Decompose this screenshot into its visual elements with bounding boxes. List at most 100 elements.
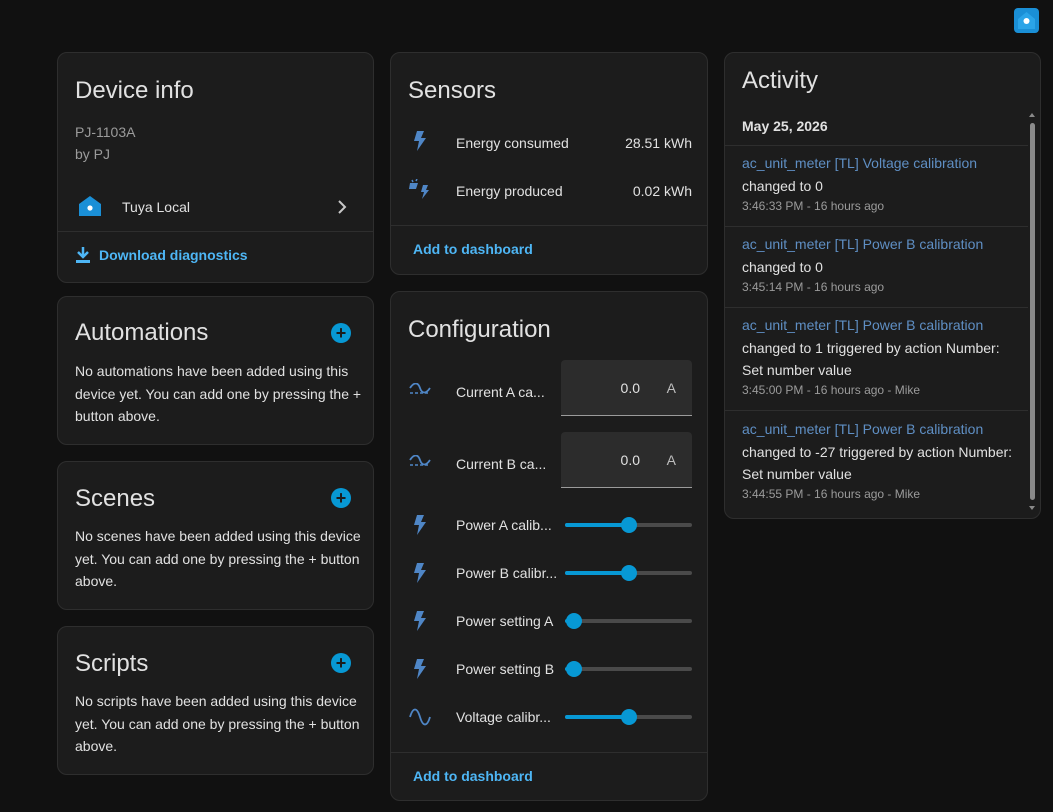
activity-message: changed to -27 triggered by action Numbe… bbox=[742, 444, 1013, 482]
power-a-calibration-slider[interactable] bbox=[565, 517, 692, 533]
scenes-card: Scenes + No scenes have been added using… bbox=[57, 461, 374, 610]
activity-card: Activity May 25, 2026 ac_unit_meter [TL]… bbox=[724, 52, 1041, 519]
power-setting-a-slider[interactable] bbox=[565, 613, 692, 629]
current-ac-icon bbox=[409, 382, 431, 400]
activity-scrollbar[interactable] bbox=[1028, 113, 1036, 510]
card-title: Device info bbox=[75, 77, 194, 104]
add-to-dashboard-button[interactable]: Add to dashboard bbox=[413, 241, 533, 257]
divider bbox=[725, 226, 1028, 227]
device-model: PJ-1103A bbox=[75, 124, 136, 140]
field-unit: A bbox=[666, 452, 676, 468]
power-setting-b-slider[interactable] bbox=[565, 661, 692, 677]
card-title: Scripts bbox=[75, 650, 149, 677]
divider bbox=[58, 231, 373, 232]
card-title: Automations bbox=[75, 319, 209, 346]
config-slider-row: Power B calibr... bbox=[391, 560, 707, 588]
automations-description: No automations have been added using thi… bbox=[75, 363, 362, 424]
sensor-label: Energy produced bbox=[456, 183, 563, 199]
add-script-button[interactable]: + bbox=[331, 653, 351, 673]
card-title: Scenes bbox=[75, 485, 156, 512]
current-b-calibration-input[interactable]: 0.0 A bbox=[561, 432, 692, 488]
activity-time: 3:45:14 PM - 16 hours ago bbox=[742, 280, 885, 294]
device-manufacturer: by PJ bbox=[75, 146, 111, 162]
activity-entry: ac_unit_meter [TL] Power B calibration c… bbox=[725, 236, 1028, 294]
config-label: Voltage calibr... bbox=[456, 709, 551, 725]
integration-name: Tuya Local bbox=[122, 199, 190, 215]
config-label: Power A calib... bbox=[456, 517, 552, 533]
add-automation-button[interactable]: + bbox=[331, 323, 351, 343]
scenes-description: No scenes have been added using this dev… bbox=[75, 528, 361, 589]
chevron-right-icon bbox=[336, 199, 348, 220]
sensor-row[interactable]: Energy produced 0.02 kWh bbox=[391, 175, 707, 205]
activity-entity-link[interactable]: ac_unit_meter [TL] Power B calibration bbox=[742, 421, 1028, 437]
divider bbox=[391, 752, 707, 753]
voltage-calibration-slider[interactable] bbox=[565, 709, 692, 725]
divider bbox=[391, 225, 707, 226]
activity-time: 3:44:55 PM - 16 hours ago - Mike bbox=[742, 487, 921, 501]
sensor-value: 0.02 kWh bbox=[632, 183, 692, 199]
slider-handle[interactable] bbox=[620, 709, 637, 725]
activity-entity-link[interactable]: ac_unit_meter [TL] Power B calibration bbox=[742, 236, 1028, 252]
download-diagnostics-label: Download diagnostics bbox=[99, 247, 248, 263]
activity-time: 3:46:33 PM - 16 hours ago bbox=[742, 199, 885, 213]
config-slider-row: Power setting A bbox=[391, 608, 707, 636]
card-title: Configuration bbox=[408, 316, 551, 343]
config-label: Power B calibr... bbox=[456, 565, 558, 581]
divider bbox=[725, 145, 1028, 146]
config-label: Current A ca... bbox=[456, 384, 545, 400]
slider-handle[interactable] bbox=[620, 517, 637, 533]
lightning-icon bbox=[413, 659, 427, 684]
sine-wave-icon bbox=[409, 707, 431, 732]
slider-fill bbox=[565, 523, 629, 527]
scripts-card: Scripts + No scripts have been added usi… bbox=[57, 626, 374, 775]
lightning-icon bbox=[413, 563, 427, 588]
scroll-up-arrow-icon[interactable] bbox=[1029, 113, 1035, 117]
activity-entry: ac_unit_meter [TL] Power B calibration c… bbox=[725, 421, 1028, 501]
slider-handle[interactable] bbox=[565, 613, 582, 629]
sensors-card: Sensors Energy consumed 28.51 kWh Energy… bbox=[390, 52, 708, 275]
add-to-dashboard-button[interactable]: Add to dashboard bbox=[413, 768, 533, 784]
sensor-value: 28.51 kWh bbox=[625, 135, 692, 151]
scrollbar-thumb[interactable] bbox=[1030, 123, 1035, 500]
activity-time: 3:45:00 PM - 16 hours ago - Mike bbox=[742, 383, 921, 397]
solar-power-icon bbox=[409, 178, 431, 204]
config-slider-row: Power A calib... bbox=[391, 512, 707, 540]
config-label: Power setting B bbox=[456, 661, 555, 677]
slider-handle[interactable] bbox=[620, 565, 637, 581]
card-title: Activity bbox=[742, 67, 819, 94]
automations-card: Automations + No automations have been a… bbox=[57, 296, 374, 445]
current-ac-icon bbox=[409, 454, 431, 472]
config-slider-row: Power setting B bbox=[391, 656, 707, 684]
scroll-down-arrow-icon[interactable] bbox=[1029, 506, 1035, 510]
divider bbox=[725, 307, 1028, 308]
add-scene-button[interactable]: + bbox=[331, 488, 351, 508]
activity-entity-link[interactable]: ac_unit_meter [TL] Voltage calibration bbox=[742, 155, 1028, 171]
slider-handle[interactable] bbox=[565, 661, 582, 677]
power-b-calibration-slider[interactable] bbox=[565, 565, 692, 581]
lightning-icon bbox=[413, 611, 427, 636]
lightning-icon bbox=[413, 131, 427, 156]
card-title: Sensors bbox=[408, 77, 497, 104]
slider-fill bbox=[565, 571, 629, 575]
tuya-logo-icon bbox=[1013, 7, 1040, 34]
sensor-row[interactable]: Energy consumed 28.51 kWh bbox=[391, 127, 707, 157]
activity-message: changed to 0 bbox=[742, 259, 823, 275]
current-a-calibration-input[interactable]: 0.0 A bbox=[561, 360, 692, 416]
lightning-icon bbox=[413, 515, 427, 540]
activity-entry: ac_unit_meter [TL] Power B calibration c… bbox=[725, 317, 1028, 397]
config-label: Power setting A bbox=[456, 613, 554, 629]
integration-row[interactable]: Tuya Local bbox=[58, 189, 373, 229]
field-unit: A bbox=[666, 380, 676, 396]
download-icon bbox=[75, 246, 91, 269]
activity-entity-link[interactable]: ac_unit_meter [TL] Power B calibration bbox=[742, 317, 1028, 333]
sensor-label: Energy consumed bbox=[456, 135, 569, 151]
activity-entry: ac_unit_meter [TL] Voltage calibration c… bbox=[725, 155, 1028, 213]
config-number-row: Current A ca... 0.0 A bbox=[391, 360, 707, 416]
activity-message: changed to 1 triggered by action Number:… bbox=[742, 340, 1000, 378]
divider bbox=[725, 410, 1028, 411]
field-value: 0.0 bbox=[620, 452, 640, 468]
configuration-card: Configuration Current A ca... 0.0 A Curr… bbox=[390, 291, 708, 801]
tuya-logo-icon bbox=[78, 194, 102, 218]
activity-date: May 25, 2026 bbox=[742, 118, 828, 134]
field-value: 0.0 bbox=[620, 380, 640, 396]
